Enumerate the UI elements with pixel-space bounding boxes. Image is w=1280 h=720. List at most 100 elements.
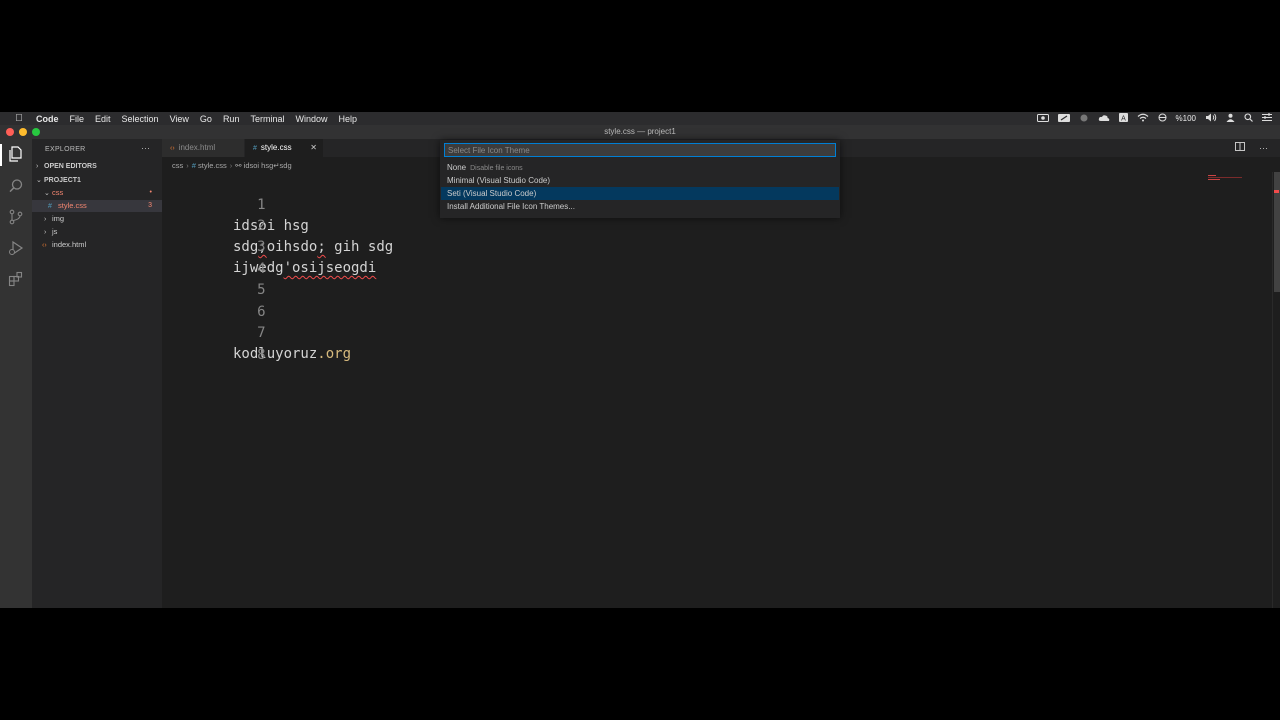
html-file-icon: ‹› (42, 242, 47, 249)
folder-js[interactable]: › js (32, 226, 162, 238)
screen-record-icon[interactable] (1036, 113, 1049, 124)
line-number: 8 (257, 347, 266, 363)
scrollbar-error-marker (1274, 190, 1279, 193)
file-style-css[interactable]: # style.css 3 (32, 200, 162, 212)
folder-img[interactable]: › img (32, 213, 162, 225)
minimap[interactable] (1208, 174, 1242, 184)
menu-go[interactable]: Go (200, 114, 212, 124)
code-line: 4 (162, 238, 265, 277)
breadcrumb-file[interactable]: style.css (198, 161, 227, 170)
item-description: Disable file icons (470, 165, 523, 172)
menu-run[interactable]: Run (223, 114, 240, 124)
chevron-down-icon: ⌄ (44, 190, 50, 197)
wifi-icon[interactable] (1137, 113, 1149, 124)
macos-menu-bar:  Code File Edit Selection View Go Run T… (0, 112, 1280, 125)
window-title-bar: style.css — project1 (0, 125, 1280, 139)
menu-file[interactable]: File (70, 114, 85, 124)
chevron-right-icon: › (44, 229, 47, 236)
tab-label: style.css (260, 143, 292, 152)
active-indicator (0, 144, 2, 166)
breadcrumb-symbol[interactable]: idsoi hsg↵sdg (244, 161, 292, 170)
file-icon-theme-picker: NoneDisable file icons Minimal (Visual S… (440, 140, 840, 218)
minimap-line (1208, 175, 1216, 176)
tab-style-css[interactable]: # style.css ✕ (245, 139, 323, 157)
chevron-down-icon: ⌄ (36, 177, 42, 184)
open-editors-label: OPEN EDITORS (44, 163, 97, 170)
explorer-header: EXPLORER (45, 146, 86, 153)
css-file-icon: # (253, 145, 257, 152)
code-line: 5 (162, 259, 265, 298)
error-dot: • (149, 189, 152, 196)
menu-window[interactable]: Window (295, 114, 327, 124)
tab-index-html[interactable]: ‹› index.html (162, 139, 244, 157)
cloud-icon[interactable] (1098, 114, 1110, 124)
explorer-sidebar: EXPLORER ··· › OPEN EDITORS ⌄ PROJECT1 ⌄ cs… (32, 139, 162, 608)
error-token: ; (317, 239, 326, 255)
folder-css[interactable]: ⌄ css • (32, 187, 162, 199)
input-source-icon[interactable]: A (1118, 113, 1128, 124)
window-title: style.css — project1 (604, 127, 676, 136)
source-control-icon[interactable] (7, 208, 25, 226)
code-line: 3 ijwedg'osijseogdi (162, 216, 376, 276)
code-line: 1 idsoi hsg (162, 174, 309, 234)
code-token: gih sdg (325, 239, 394, 255)
problem-count-badge: 3 (148, 202, 152, 209)
split-editor-icon[interactable] (1235, 139, 1245, 157)
run-debug-icon[interactable] (7, 239, 25, 257)
window-close-button[interactable] (6, 128, 14, 136)
file-label: style.css (58, 201, 87, 210)
status-icons: A %100 (1036, 112, 1272, 125)
error-token: 'osijseogdi (283, 260, 377, 276)
user-icon[interactable] (1226, 113, 1235, 124)
more-actions-icon[interactable]: ··· (141, 143, 150, 153)
breadcrumb-folder[interactable]: css (172, 161, 183, 170)
close-icon[interactable]: ✕ (310, 139, 317, 157)
vpn-icon[interactable] (1158, 113, 1167, 124)
vertical-scrollbar[interactable] (1272, 172, 1280, 608)
quick-pick-item-install-more[interactable]: Install Additional File Icon Themes... (441, 200, 839, 213)
search-icon[interactable] (7, 177, 25, 195)
window-minimize-button[interactable] (19, 128, 27, 136)
item-label: Seti (Visual Studio Code) (447, 189, 537, 198)
control-center-icon[interactable] (1262, 113, 1272, 124)
chevron-right-icon: › (186, 161, 189, 170)
apple-icon[interactable]:  (12, 113, 26, 124)
code-editor[interactable]: 1 idsoi hsg 2 sdg;oihsdo; gih sdg 3 ijwe… (162, 172, 1274, 608)
siri-icon[interactable] (1079, 114, 1089, 124)
battery-percent[interactable]: %100 (1176, 114, 1196, 123)
breadcrumb: css › # style.css › ⚯ idsoi hsg↵sdg (172, 160, 292, 172)
menu-help[interactable]: Help (338, 114, 357, 124)
project-section[interactable]: ⌄ PROJECT1 (32, 174, 162, 186)
explorer-icon[interactable] (7, 145, 25, 163)
menu-app-name[interactable]: Code (36, 114, 59, 124)
pen-icon[interactable] (1057, 113, 1070, 124)
spotlight-search-icon[interactable] (1244, 113, 1253, 124)
folder-label: css (52, 188, 64, 197)
activity-bar (0, 139, 32, 608)
extensions-icon[interactable] (7, 270, 25, 288)
menu-terminal[interactable]: Terminal (250, 114, 284, 124)
item-label: None (447, 163, 467, 172)
symbol-icon: ⚯ (235, 161, 242, 170)
window-maximize-button[interactable] (32, 128, 40, 136)
chevron-right-icon: › (44, 216, 47, 223)
css-file-icon: # (48, 203, 52, 210)
quick-pick-item-none[interactable]: None Disable file icons (441, 161, 839, 174)
more-actions-icon[interactable]: ··· (1259, 139, 1268, 157)
folder-label: img (52, 214, 65, 223)
menu-selection[interactable]: Selection (122, 114, 159, 124)
code-line: 8 (162, 324, 265, 363)
quick-pick-item-minimal[interactable]: Minimal (Visual Studio Code) (441, 174, 839, 187)
volume-icon[interactable] (1205, 113, 1217, 124)
open-editors-section[interactable]: › OPEN EDITORS (32, 160, 162, 172)
code-line: 2 sdg;oihsdo; gih sdg (162, 195, 393, 255)
quick-pick-item-seti[interactable]: Seti (Visual Studio Code) (441, 187, 839, 200)
menu-view[interactable]: View (170, 114, 189, 124)
html-file-icon: ‹› (170, 145, 175, 152)
file-index-html[interactable]: ‹› index.html (32, 239, 162, 251)
tab-label: index.html (178, 143, 216, 152)
item-label: Minimal (Visual Studio Code) (447, 176, 551, 185)
code-line: 6 (162, 281, 265, 320)
quick-pick-input[interactable] (444, 143, 836, 157)
menu-edit[interactable]: Edit (95, 114, 111, 124)
